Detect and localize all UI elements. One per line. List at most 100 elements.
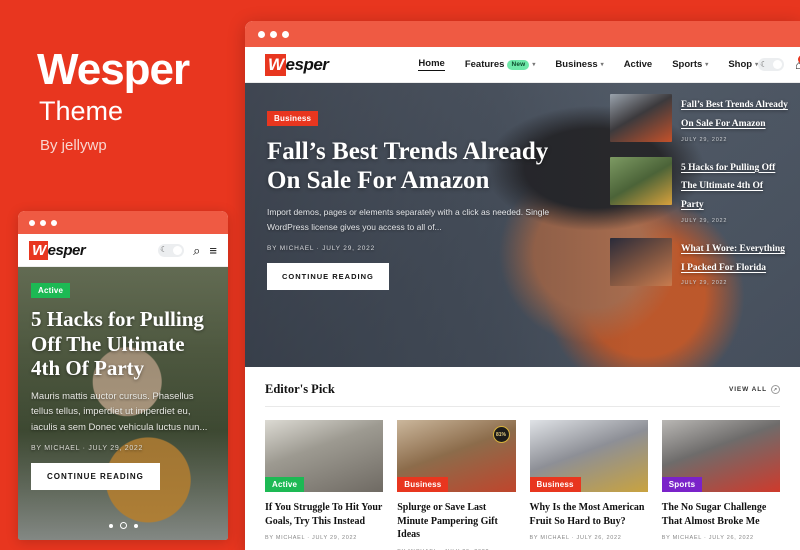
nav-label: Business — [555, 59, 598, 70]
mobile-hero-meta: BY MICHAEL · JULY 29, 2022 — [31, 444, 144, 452]
chevron-down-icon: ▾ — [532, 62, 536, 68]
window-maximize-dot-icon[interactable] — [51, 219, 57, 226]
continue-reading-button[interactable]: CONTINUE READING — [31, 462, 160, 490]
card-meta: BY MICHAEL · JULY 26, 2022 — [529, 535, 622, 541]
mobile-navbar: Wesper ☾ ⌕ ≡ — [18, 234, 228, 267]
mobile-hero-content: Active 5 Hacks for Pulling Off The Ultim… — [31, 280, 215, 490]
nav-item-shop[interactable]: Shop ▾ — [728, 59, 758, 70]
nav-label: Shop — [728, 59, 753, 70]
chevron-down-icon: ▾ — [600, 62, 604, 68]
window-minimize-dot-icon[interactable] — [270, 30, 277, 38]
card-title[interactable]: The No Sugar Challenge That Almost Broke… — [662, 501, 780, 528]
hero-section: Business Fall’s Best Trends Already On S… — [245, 83, 800, 367]
logo-text: esper — [285, 54, 329, 74]
author-credit: By jellywp — [40, 137, 107, 154]
category-badge[interactable]: Business — [529, 477, 581, 492]
moon-icon: ☾ — [160, 245, 168, 254]
new-badge: New — [507, 59, 530, 70]
slider-dots — [18, 522, 228, 529]
article-card[interactable]: Sports The No Sugar Challenge That Almos… — [661, 420, 780, 550]
slider-dot-2-active[interactable] — [119, 522, 127, 529]
window-close-dot-icon[interactable] — [29, 219, 35, 226]
article-card[interactable]: Active If You Struggle To Hit Your Goals… — [265, 420, 384, 550]
nav-item-features[interactable]: Features New ▾ — [465, 59, 536, 70]
category-badge[interactable]: Business — [267, 111, 319, 126]
logo-mark: W — [265, 53, 286, 76]
category-badge[interactable]: Business — [397, 477, 449, 492]
mobile-logo[interactable]: Wesper — [29, 240, 86, 260]
main-menu: Home Features New ▾ Business ▾ Active Sp… — [418, 58, 758, 71]
nav-item-sports[interactable]: Sports ▾ — [672, 59, 708, 70]
slider-dot-3[interactable] — [133, 523, 138, 528]
thumbnail-image — [610, 156, 672, 205]
hero-title[interactable]: Fall’s Best Trends Already On Sale For A… — [267, 137, 567, 195]
side-item-date: JULY 29, 2022 — [681, 280, 728, 287]
arrow-circle-icon: ↗ — [771, 385, 780, 394]
list-item[interactable]: 5 Hacks for Pulling Off The Ultimate 4th… — [604, 152, 794, 229]
editors-pick-section: Editor's Pick VIEW ALL ↗ Active If You S… — [245, 367, 800, 550]
logo-text: esper — [47, 241, 86, 259]
article-card[interactable]: 81% Business Splurge or Save Last Minute… — [397, 420, 516, 550]
side-item-date: JULY 29, 2022 — [681, 217, 728, 224]
logo-mark: W — [29, 240, 48, 260]
side-item-title[interactable]: What I Wore: Everything I Packed For Flo… — [681, 244, 785, 273]
article-grid: Active If You Struggle To Hit Your Goals… — [265, 407, 780, 550]
mobile-nav-icons: ☾ ⌕ ≡ — [158, 243, 217, 257]
nav-item-active[interactable]: Active — [624, 59, 653, 70]
dark-mode-toggle[interactable]: ☾ — [158, 243, 185, 257]
mobile-titlebar — [18, 211, 228, 234]
window-minimize-dot-icon[interactable] — [40, 219, 46, 226]
hero-side-list: Fall’s Best Trends Already On Sale For A… — [604, 89, 794, 291]
toggle-knob — [773, 60, 783, 69]
dark-mode-toggle[interactable]: ☾ — [758, 58, 785, 71]
window-maximize-dot-icon[interactable] — [282, 30, 289, 38]
card-meta: BY MICHAEL · JULY 29, 2022 — [265, 535, 357, 541]
section-title: Editor's Pick — [265, 382, 335, 396]
category-badge[interactable]: Active — [31, 283, 71, 298]
continue-reading-button[interactable]: CONTINUE READING — [267, 262, 389, 290]
card-title[interactable]: Splurge or Save Last Minute Pampering Gi… — [397, 501, 515, 542]
card-title[interactable]: If You Struggle To Hit Your Goals, Try T… — [265, 501, 383, 528]
browser-titlebar — [245, 21, 800, 47]
card-image: Business — [529, 420, 648, 492]
slider-dot-1[interactable] — [108, 523, 113, 528]
navbar-icons: ☾ ⌂ 0 ⌕ ≡ — [758, 54, 800, 72]
card-image: Sports — [661, 420, 780, 492]
site-logo[interactable]: Wesper — [265, 53, 329, 76]
nav-label: Home — [418, 58, 445, 69]
side-item-title[interactable]: 5 Hacks for Pulling Off The Ultimate 4th… — [681, 163, 775, 211]
moon-icon: ☾ — [760, 59, 768, 69]
category-badge[interactable]: Sports — [661, 477, 703, 492]
card-image: Active — [265, 420, 384, 492]
category-badge[interactable]: Active — [265, 477, 305, 492]
mobile-mockup: Wesper ☾ ⌕ ≡ Active 5 Hacks for Pulling … — [18, 211, 228, 540]
window-close-dot-icon[interactable] — [258, 30, 265, 38]
nav-label: Active — [623, 59, 653, 70]
card-image: 81% Business — [397, 420, 516, 492]
card-title[interactable]: Why Is the Most American Fruit So Hard t… — [530, 501, 648, 528]
toggle-knob — [173, 245, 183, 255]
section-header: Editor's Pick VIEW ALL ↗ — [265, 382, 780, 407]
mobile-hero-excerpt: Mauris mattis auctor cursus. Phasellus t… — [31, 390, 208, 434]
nav-item-home[interactable]: Home — [418, 58, 445, 71]
thumbnail-image — [610, 237, 672, 286]
chevron-down-icon: ▾ — [705, 62, 709, 68]
page-subtitle: Theme — [39, 96, 124, 126]
hamburger-menu-icon[interactable]: ≡ — [209, 244, 217, 257]
site-navbar: Wesper Home Features New ▾ Business ▾ Ac… — [245, 47, 800, 83]
nav-label: Sports — [672, 59, 703, 70]
mobile-hero-title[interactable]: 5 Hacks for Pulling Off The Ultimate 4th… — [31, 307, 215, 381]
mobile-hero-slide[interactable]: Active 5 Hacks for Pulling Off The Ultim… — [18, 267, 228, 540]
cart-button[interactable]: ⌂ 0 — [795, 54, 800, 72]
thumbnail-image — [610, 94, 672, 142]
view-all-link[interactable]: VIEW ALL ↗ — [729, 385, 780, 394]
nav-item-business[interactable]: Business ▾ — [555, 59, 603, 70]
browser-mockup: Wesper Home Features New ▾ Business ▾ Ac… — [245, 21, 800, 550]
search-icon[interactable]: ⌕ — [193, 244, 200, 257]
list-item[interactable]: Fall’s Best Trends Already On Sale For A… — [604, 89, 794, 148]
side-item-title[interactable]: Fall’s Best Trends Already On Sale For A… — [681, 100, 788, 129]
hero-content: Business Fall’s Best Trends Already On S… — [267, 108, 567, 290]
article-card[interactable]: Business Why Is the Most American Fruit … — [529, 420, 648, 550]
hero-meta: BY MICHAEL · JULY 29, 2022 — [267, 244, 375, 252]
list-item[interactable]: What I Wore: Everything I Packed For Flo… — [604, 233, 794, 292]
